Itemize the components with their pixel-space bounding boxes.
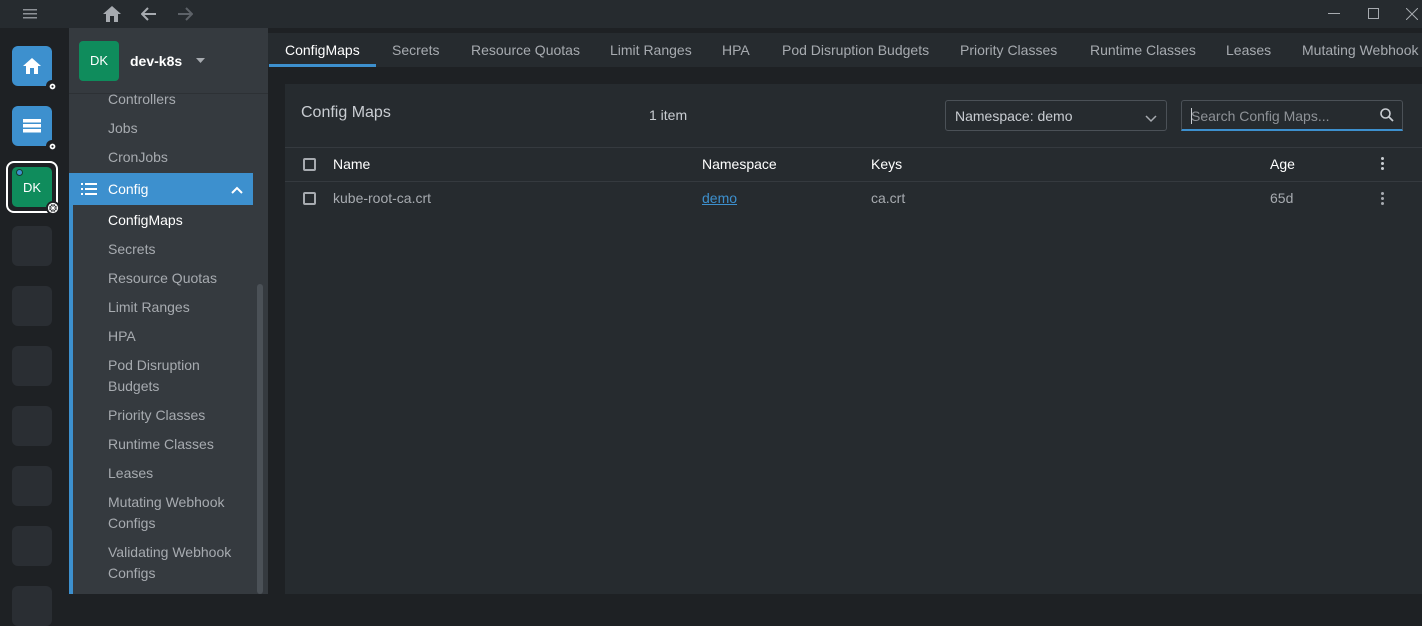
hotbar-empty-slot[interactable] [12,526,52,566]
sidebar-item-leases[interactable]: Leases [108,463,258,484]
column-header-name[interactable]: Name [333,156,370,172]
cell-keys: ca.crt [871,190,906,206]
cell-namespace[interactable]: demo [702,190,737,206]
sidebar-section-label: Config [108,181,149,197]
sidebar-item-jobs[interactable]: Jobs [108,118,258,139]
gear-icon [46,140,58,152]
tab-runtime-classes[interactable]: Runtime Classes [1090,33,1196,68]
column-header-keys[interactable]: Keys [871,156,902,172]
minimize-icon[interactable] [1322,0,1346,28]
namespace-link[interactable]: demo [702,190,737,206]
hotbar: DK [0,28,69,626]
status-dot [16,169,23,176]
sidebar-item-hpa[interactable]: HPA [108,326,258,347]
sidebar-item-priority-classes[interactable]: Priority Classes [108,405,258,426]
page-title: Config Maps [301,104,391,121]
tab-secrets[interactable]: Secrets [392,33,439,68]
sidebar-item-secrets[interactable]: Secrets [108,239,258,260]
hotbar-cluster-button[interactable]: DK [6,161,60,215]
search-box[interactable] [1181,100,1403,131]
cluster-avatar: DK [79,40,119,81]
sidebar-scrollbar[interactable] [257,284,263,594]
back-arrow-icon[interactable] [137,0,161,28]
namespace-select[interactable]: Namespace: demo [945,100,1167,131]
text-cursor [1191,108,1192,124]
namespace-select-value: Namespace: demo [955,107,1073,124]
sidebar-item-validating-webhook-configs[interactable]: Validating Webhook Configs [108,542,243,584]
list-icon [81,183,99,195]
tab-limit-ranges[interactable]: Limit Ranges [610,33,692,68]
tab-resource-quotas[interactable]: Resource Quotas [471,33,580,68]
sidebar-item-resource-quotas[interactable]: Resource Quotas [108,268,258,289]
column-menu-icon[interactable] [1377,157,1387,170]
config-maps-panel [285,84,1422,594]
tab-priority-classes[interactable]: Priority Classes [960,33,1057,68]
sidebar-item-cronjobs[interactable]: CronJobs [108,147,258,168]
column-header-namespace[interactable]: Namespace [702,156,777,172]
search-icon[interactable] [1380,108,1394,127]
row-menu-icon[interactable] [1377,192,1387,205]
select-all-checkbox[interactable] [303,158,316,171]
gear-icon [46,80,58,92]
chevron-up-icon [231,181,243,197]
kubernetes-icon [46,201,60,215]
table-divider [285,181,1422,182]
sidebar-item-pod-disruption-budgets[interactable]: Pod Disruption Budgets [108,355,218,397]
tab-mutating-webhook[interactable]: Mutating Webhook [1302,33,1418,68]
tab-pod-disruption-budgets[interactable]: Pod Disruption Budgets [782,33,929,68]
column-header-age[interactable]: Age [1270,156,1295,172]
chevron-down-icon [1145,110,1157,126]
sidebar-item-limit-ranges[interactable]: Limit Ranges [108,297,258,318]
title-bar [0,0,1422,28]
tab-hpa[interactable]: HPA [722,33,750,68]
forward-arrow-icon[interactable] [173,0,197,28]
table-divider [285,147,1422,148]
active-tab-indicator [269,64,376,67]
sidebar-section-config[interactable]: Config [69,173,253,205]
hotbar-empty-slot[interactable] [12,406,52,446]
home-icon[interactable] [100,0,124,28]
cluster-name: dev-k8s [130,52,183,69]
tab-configmaps[interactable]: ConfigMaps [285,33,360,68]
cluster-selector[interactable]: DK dev-k8s [69,28,268,94]
tab-leases[interactable]: Leases [1226,33,1271,68]
section-accent-bar [69,205,73,594]
hotbar-empty-slot[interactable] [12,286,52,326]
hamburger-menu-icon[interactable] [18,0,42,28]
cell-age: 65d [1270,190,1294,206]
row-checkbox[interactable] [303,192,316,205]
cell-name[interactable]: kube-root-ca.crt [333,190,431,206]
caret-down-icon [196,55,206,66]
item-count: 1 item [649,107,688,123]
hotbar-empty-slot[interactable] [12,346,52,386]
hotbar-empty-slot[interactable] [12,586,52,626]
hotbar-home-button[interactable] [12,46,58,92]
close-icon[interactable] [1402,0,1422,28]
hotbar-catalog-button[interactable] [12,106,58,152]
tab-bar: ConfigMaps Secrets Resource Quotas Limit… [268,33,1422,68]
sidebar-item-runtime-classes[interactable]: Runtime Classes [108,434,258,455]
search-input[interactable] [1191,106,1371,126]
hotbar-empty-slot[interactable] [12,466,52,506]
sidebar-item-configmaps[interactable]: ConfigMaps [108,210,258,231]
maximize-icon[interactable] [1362,0,1386,28]
hotbar-empty-slot[interactable] [12,226,52,266]
sidebar-item-mutating-webhook-configs[interactable]: Mutating Webhook Configs [108,492,238,534]
sidebar: Controllers Jobs CronJobs DK dev-k8s Con… [69,28,268,594]
